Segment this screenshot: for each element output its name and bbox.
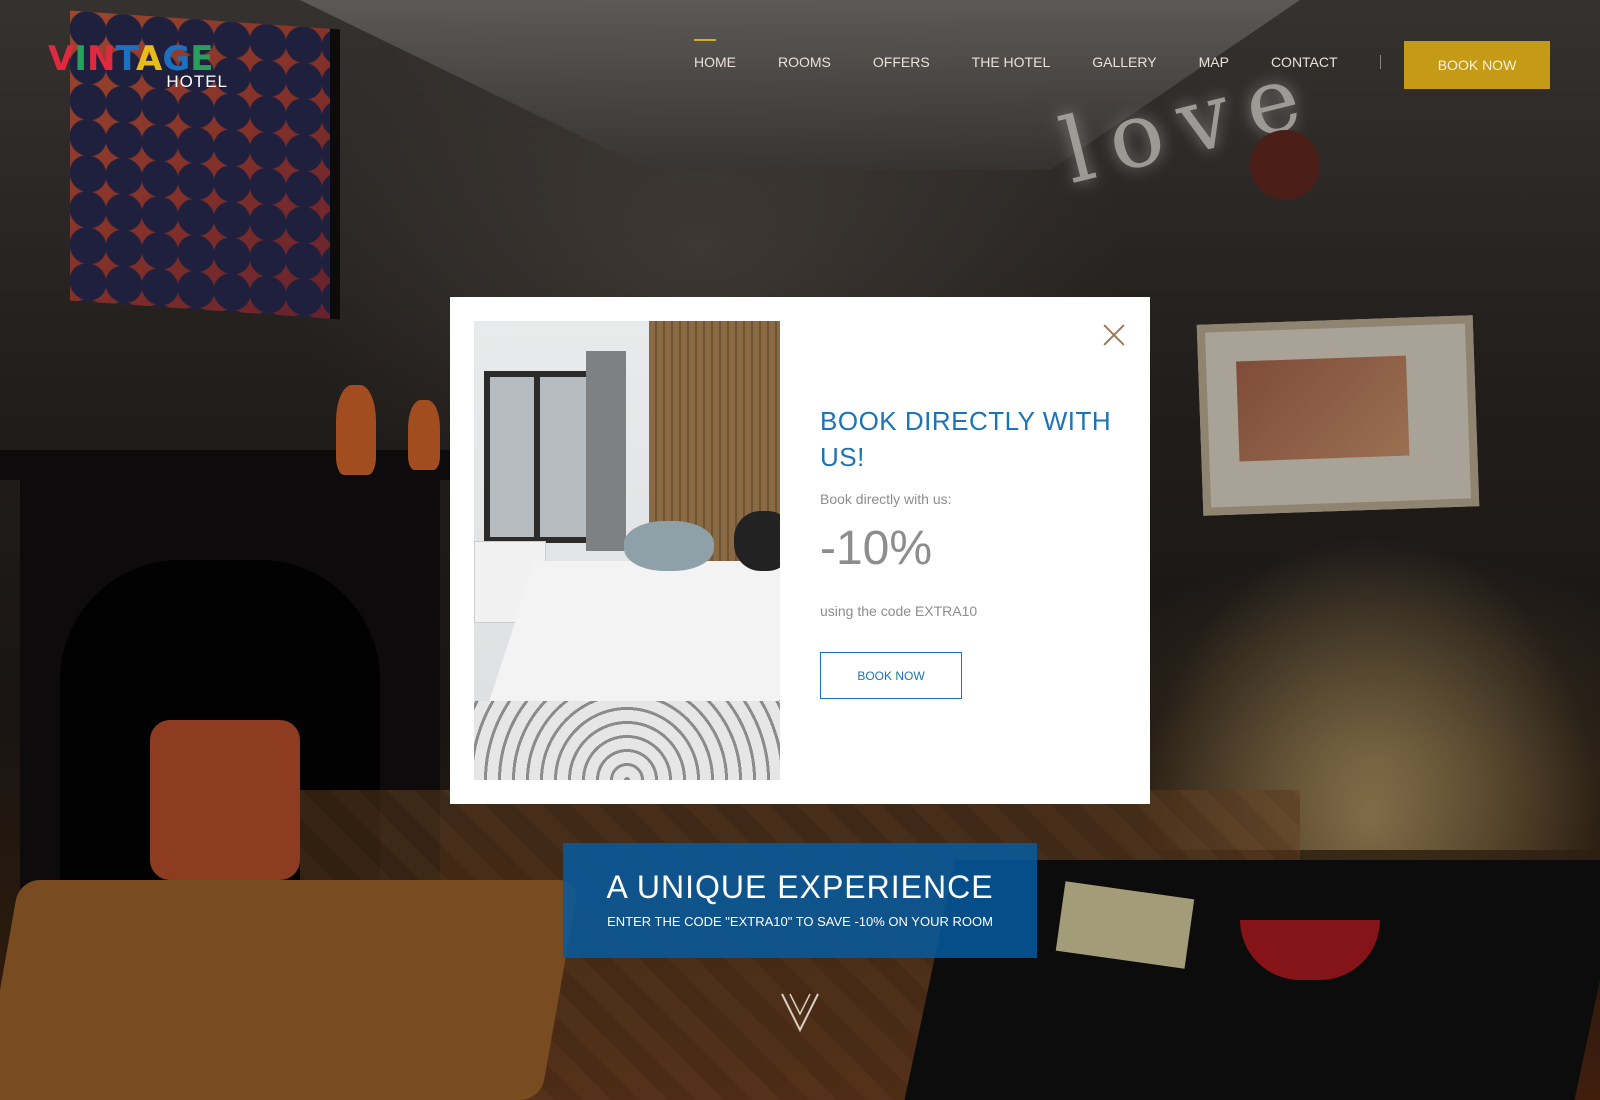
close-icon[interactable] [1102,323,1126,347]
main-nav: HOME ROOMS OFFERS THE HOTEL GALLERY MAP … [694,39,1465,70]
hero-subtitle: ENTER THE CODE "EXTRA10" TO SAVE -10% ON… [607,914,993,929]
nav-item-contact[interactable]: CONTACT [1271,54,1338,70]
scroll-down-icon[interactable] [780,992,820,1032]
header-book-now-button[interactable]: BOOK NOW [1404,41,1550,89]
hero-title: A UNIQUE EXPERIENCE [606,869,994,905]
nav-item-rooms[interactable]: ROOMS [778,54,831,70]
modal-discount: -10% [820,522,933,575]
nav-item-gallery[interactable]: GALLERY [1092,54,1156,70]
nav-item-home[interactable]: HOME [694,39,736,70]
promo-modal: BOOK DIRECTLY WITH US! Book directly wit… [450,297,1150,804]
logo-wordmark: VINTAGE [48,39,214,79]
modal-text: Book directly with us: [820,491,952,507]
logo-subtitle: HOTEL [166,72,228,91]
hotel-logo[interactable]: VINTAGE HOTEL [48,42,238,94]
nav-item-the-hotel[interactable]: THE HOTEL [972,54,1051,70]
modal-title: BOOK DIRECTLY WITH US! [820,406,1112,472]
modal-book-now-button[interactable]: BOOK NOW [820,652,962,699]
nav-item-offers[interactable]: OFFERS [873,54,930,70]
nav-item-map[interactable]: MAP [1199,54,1229,70]
modal-code-text: using the code EXTRA10 [820,603,978,619]
hero-banner: A UNIQUE EXPERIENCE ENTER THE CODE "EXTR… [563,843,1037,958]
nav-divider [1379,55,1381,69]
room-photo [474,321,780,780]
